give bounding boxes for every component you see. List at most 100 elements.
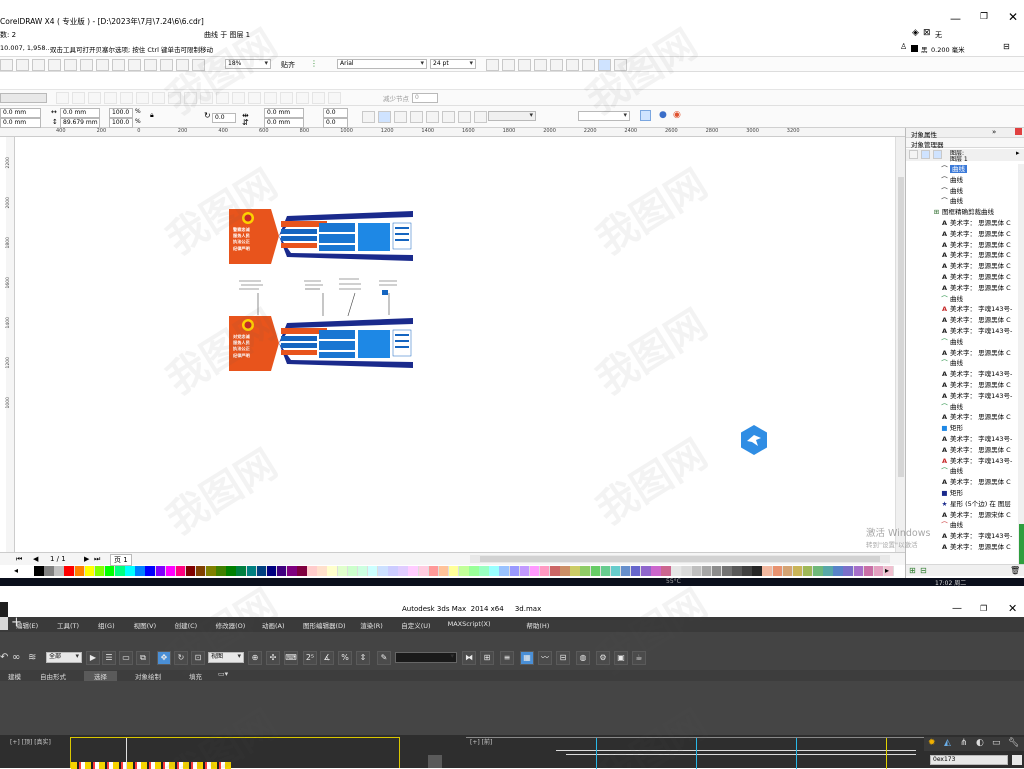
object-tree-item[interactable]: A 美术字： 字魂143号- xyxy=(940,369,1012,380)
object-name-field[interactable]: 0ex173 xyxy=(930,755,1008,765)
mirror-v-button[interactable]: ⇵ xyxy=(242,118,249,127)
object-tree-item[interactable]: A 美术字： 思源黑体 C xyxy=(940,542,1011,553)
outline-style-combo[interactable] xyxy=(488,111,536,121)
design-panel-bottom[interactable]: 对党忠诚 服务人民 执法公正 纪律严明 xyxy=(229,316,413,371)
cusp-icon[interactable] xyxy=(152,92,165,104)
object-tree-item[interactable]: A 美术字： 思源黑体 C xyxy=(940,315,1011,326)
palette-swatch[interactable] xyxy=(226,566,236,576)
max-menu-item[interactable]: MAXScript(X) xyxy=(448,620,491,628)
object-tree-item[interactable]: A 美术字： 字魂143号- xyxy=(940,456,1012,467)
new-master-layer-icon[interactable]: ⊟ xyxy=(920,566,927,575)
palette-swatch[interactable] xyxy=(469,566,479,576)
back-minus-front-icon[interactable] xyxy=(474,111,487,123)
join-node-icon[interactable] xyxy=(88,92,101,104)
palette-swatch[interactable] xyxy=(246,566,257,576)
new-layer-icon[interactable]: ⊞ xyxy=(909,566,916,575)
bullet-icon[interactable] xyxy=(550,59,563,71)
options-icon[interactable]: ⊟ xyxy=(1003,42,1010,51)
palette-scroll-right[interactable]: ▸ xyxy=(885,566,889,575)
height-field[interactable]: 89.679 mm xyxy=(60,118,100,128)
max-menu-item[interactable]: 自定义(U) xyxy=(401,620,430,630)
max-open-icon[interactable] xyxy=(0,617,8,630)
minimize-button[interactable]: — xyxy=(950,12,961,25)
palette-swatch[interactable] xyxy=(873,566,884,576)
scale-y-field[interactable]: 100.0 xyxy=(109,118,133,128)
intersect-icon[interactable] xyxy=(426,111,439,123)
simplify-icon[interactable] xyxy=(442,111,455,123)
color-wheel-icon[interactable]: ◉ xyxy=(673,110,681,120)
max-restore-button[interactable]: ❐ xyxy=(980,604,987,613)
trim-icon[interactable] xyxy=(410,111,423,123)
max-close-button[interactable]: ✕ xyxy=(1008,602,1017,615)
object-tree-item[interactable]: ⌒ 曲线 xyxy=(940,466,963,477)
palette-swatch[interactable] xyxy=(54,566,64,576)
print-icon[interactable] xyxy=(48,59,61,71)
object-tree-item[interactable]: A 美术字： 字魂143号- xyxy=(940,391,1012,402)
docker-expand-icon[interactable]: » xyxy=(992,128,996,136)
reverse-icon[interactable] xyxy=(200,92,213,104)
palette-swatch[interactable] xyxy=(570,566,580,576)
palette-swatch[interactable] xyxy=(600,566,611,576)
palette-swatch[interactable] xyxy=(185,566,196,576)
next-page-icon[interactable]: ▶ xyxy=(84,555,89,563)
palette-swatch[interactable] xyxy=(802,566,813,576)
object-tree-item[interactable]: ⌒ 曲线 xyxy=(940,186,963,197)
object-tree-item[interactable]: A 美术字： 思源黑体 C xyxy=(940,477,1011,488)
palette-swatch[interactable] xyxy=(509,566,520,576)
palette-swatch[interactable] xyxy=(641,566,651,576)
underline-icon[interactable] xyxy=(518,59,531,71)
palette-swatch[interactable] xyxy=(64,566,74,576)
app-launcher-icon[interactable] xyxy=(176,59,189,71)
x-position-field[interactable]: 0.0 mm xyxy=(0,108,41,118)
paste-icon[interactable] xyxy=(96,59,109,71)
max-menu-item[interactable]: 动画(A) xyxy=(262,620,285,630)
named-selection-combo[interactable] xyxy=(395,652,457,663)
palette-swatch[interactable] xyxy=(489,566,499,576)
object-tree-item[interactable]: ⌒ 曲线 xyxy=(940,358,963,369)
palette-swatch[interactable] xyxy=(479,566,489,576)
palette-swatch[interactable] xyxy=(722,566,732,576)
select-object-icon[interactable]: ▶ xyxy=(86,651,100,665)
object-tree-item[interactable]: A 美术字： 思源宋体 C xyxy=(940,510,1011,521)
prev-page-icon[interactable]: ◀ xyxy=(33,555,38,563)
material-editor-icon[interactable]: ◍ xyxy=(576,651,590,665)
palette-swatch[interactable] xyxy=(620,566,631,576)
palette-swatch[interactable] xyxy=(792,566,803,576)
palette-swatch[interactable] xyxy=(550,566,560,576)
palette-swatch[interactable] xyxy=(24,566,34,576)
object-tree-item[interactable]: A 美术字： 思源黑体 C xyxy=(940,250,1011,261)
palette-swatch[interactable] xyxy=(104,566,115,576)
palette-swatch[interactable] xyxy=(782,566,793,576)
object-tree-item[interactable]: A 美术字： 思源黑体 C xyxy=(940,218,1011,229)
palette-swatch[interactable] xyxy=(438,566,449,576)
palette-swatch[interactable] xyxy=(630,566,641,576)
render-setup-icon[interactable]: ⚙ xyxy=(596,651,610,665)
frame-icon[interactable] xyxy=(566,59,579,71)
align-icon[interactable] xyxy=(534,59,547,71)
palette-swatch[interactable] xyxy=(560,566,570,576)
palette-swatch[interactable] xyxy=(418,566,429,576)
utilities-tab-icon[interactable]: 🔧︎ xyxy=(1008,738,1019,748)
object-tree-item[interactable]: A 美术字： 思源黑体 C xyxy=(940,272,1011,283)
select-by-name-icon[interactable]: ☰ xyxy=(102,651,116,665)
window-crossing-icon[interactable]: ⧉ xyxy=(136,651,150,665)
hierarchy-tab-icon[interactable]: ⋔ xyxy=(960,738,968,748)
object-tree-item[interactable]: ⌒ 曲线 xyxy=(940,520,963,531)
show-properties-icon[interactable] xyxy=(909,150,918,159)
viewport-top-label[interactable]: [+] [顶] [真实] xyxy=(10,737,51,746)
export-icon[interactable] xyxy=(160,59,173,71)
palette-swatch[interactable] xyxy=(711,566,722,576)
palette-swatch[interactable] xyxy=(135,566,145,576)
palette-swatch[interactable] xyxy=(539,566,550,576)
ribbon-options-icon[interactable]: ▭▾ xyxy=(218,670,228,678)
docker-tab-properties[interactable]: 对象属性 » xyxy=(906,128,1024,139)
palette-swatch[interactable] xyxy=(206,566,216,576)
max-menu-item[interactable]: 帮助(H) xyxy=(526,620,549,630)
docker-menu-arrow[interactable]: ▸ xyxy=(1016,149,1020,157)
horizontal-scroll-thumb[interactable] xyxy=(480,556,880,562)
object-tree-item[interactable]: A 美术字： 字魂143号- xyxy=(940,304,1012,315)
edit-named-sel-icon[interactable]: ✎ xyxy=(377,651,391,665)
wrap-text-icon[interactable] xyxy=(378,111,391,123)
object-tree-item[interactable]: A 美术字： 思源黑体 C xyxy=(940,240,1011,251)
to-line-icon[interactable] xyxy=(120,92,133,104)
